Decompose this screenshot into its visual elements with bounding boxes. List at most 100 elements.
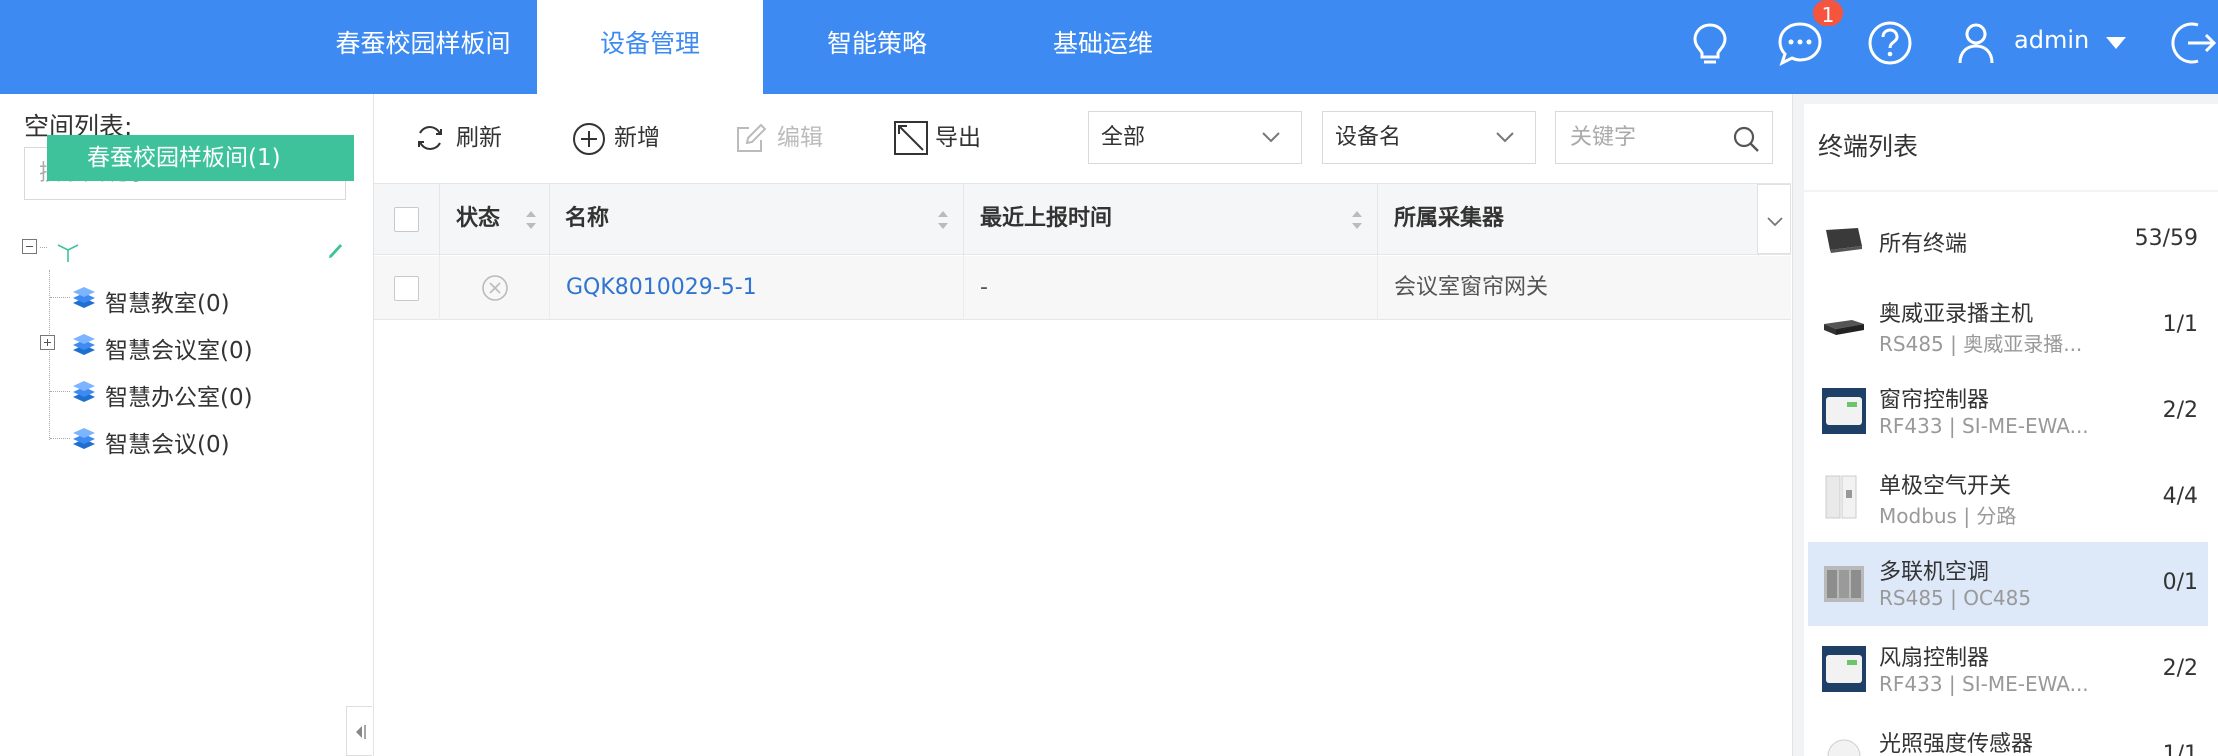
terminal-item-recorder[interactable]: 奥威亚录播主机 RS485 | 奥威亚录播... 1/1 [1808, 284, 2208, 368]
export-icon [894, 121, 928, 155]
terminal-list-title: 终端列表 [1804, 104, 2218, 190]
lightbulb-icon[interactable] [1684, 17, 1736, 69]
edit-label: 编辑 [777, 125, 823, 151]
column-header-status[interactable]: 状态 [440, 184, 550, 256]
edit-icon[interactable] [320, 240, 344, 264]
logout-icon[interactable] [2168, 17, 2218, 69]
column-last-report-label: 最近上报时间 [980, 206, 1113, 231]
terminal-name: 光照强度传感器 [1879, 732, 2034, 756]
terminal-name: 多联机空调 [1879, 560, 1990, 585]
air-switch-icon [1825, 475, 1857, 519]
search-icon[interactable] [1732, 125, 1760, 153]
layers-icon [73, 428, 95, 449]
tree-node-classroom[interactable]: 智慧教室(0) [105, 284, 230, 318]
terminal-sub: RF433 | SI-ME-EWA... [1879, 672, 2089, 696]
column-menu-button[interactable] [1757, 184, 1791, 254]
field-select-value: 设备名 [1335, 125, 1402, 150]
select-all-cell [374, 184, 440, 256]
sort-icon[interactable] [937, 209, 949, 231]
tree-root-campus[interactable]: 春蚕校园样板间(1) [47, 135, 354, 181]
chevron-down-icon[interactable] [2106, 37, 2126, 49]
layers-icon [73, 334, 95, 355]
terminal-count: 53/59 [2134, 226, 2198, 251]
terminal-count: 0/1 [2162, 570, 2198, 595]
tree-connector [50, 438, 70, 439]
terminal-name: 窗帘控制器 [1879, 388, 1990, 413]
notification-badge: 1 [1811, 0, 1845, 28]
terminal-item-breaker[interactable]: 单极空气开关 Modbus | 分路 4/4 [1808, 456, 2208, 540]
terminal-sub: RS485 | 奥威亚录播... [1879, 332, 2083, 356]
light-sensor-icon [1827, 739, 1861, 756]
username[interactable]: admin [2014, 26, 2089, 54]
device-table-header: 状态 名称 最近上报时间 所属采集器 [374, 183, 1791, 256]
nav-tab-campus[interactable]: 春蚕校园样板间 [310, 0, 536, 94]
terminal-name: 奥威亚录播主机 [1879, 302, 2034, 327]
table-row[interactable]: GQK8010029-5-1 - 会议室窗帘网关 [374, 256, 1791, 320]
tree-connector [40, 247, 47, 248]
terminal-count: 4/4 [2162, 484, 2198, 509]
row-checkbox[interactable] [394, 276, 419, 301]
terminal-item-light-sensor[interactable]: 光照强度传感器 1/1 [1808, 714, 2208, 756]
column-header-collector[interactable]: 所属采集器 [1378, 184, 1759, 256]
field-select[interactable]: 设备名 [1322, 111, 1536, 164]
tree-connector [50, 391, 70, 392]
offline-status-icon [482, 275, 508, 301]
tree-connector [50, 297, 70, 298]
status-filter-value: 全部 [1101, 125, 1146, 150]
terminal-sub: Modbus | 分路 [1879, 504, 2017, 528]
nav-tab-device-management[interactable]: 设备管理 [537, 0, 763, 94]
collector-cell: 会议室窗帘网关 [1394, 275, 1549, 300]
row-select-cell [374, 256, 440, 320]
terminal-sub: RS485 | OC485 [1879, 586, 2032, 610]
column-header-name[interactable]: 名称 [550, 184, 964, 256]
terminal-count: 1/1 [2162, 312, 2198, 337]
terminal-sub: RF433 | SI-ME-EWA... [1879, 414, 2089, 438]
terminal-item-vrf-ac[interactable]: 多联机空调 RS485 | OC485 0/1 [1808, 542, 2208, 626]
collapse-panel-button[interactable] [346, 706, 372, 756]
layers-icon [73, 287, 95, 308]
terminal-count: 2/2 [2162, 656, 2198, 681]
sort-icon[interactable] [1351, 209, 1363, 231]
edit-icon [737, 123, 767, 152]
status-filter-select[interactable]: 全部 [1088, 111, 1302, 164]
refresh-icon [418, 126, 442, 150]
chevron-down-icon [1262, 132, 1280, 143]
collapse-toggle-icon[interactable] [22, 239, 37, 254]
chevron-down-icon [1767, 217, 1783, 227]
nav-tab-basic-ops[interactable]: 基础运维 [990, 0, 1216, 94]
refresh-label: 刷新 [456, 125, 502, 151]
terminal-name: 所有终端 [1879, 232, 1968, 257]
row-status-cell [440, 256, 550, 320]
terminal-name: 风扇控制器 [1879, 646, 1990, 671]
curtain-controller-icon [1822, 388, 1866, 434]
help-icon[interactable] [1864, 17, 1916, 69]
device-name-link[interactable]: GQK8010029-5-1 [550, 256, 964, 320]
expand-toggle-icon[interactable] [40, 335, 55, 350]
vrf-ac-icon [1824, 566, 1864, 602]
add-label: 新增 [614, 125, 660, 151]
user-avatar-icon[interactable] [1950, 17, 2002, 69]
keyword-placeholder: 关键字 [1570, 125, 1637, 150]
collapse-left-icon [356, 725, 366, 739]
terminal-item-fan[interactable]: 风扇控制器 RF433 | SI-ME-EWA... 2/2 [1808, 628, 2208, 712]
keyword-search-input[interactable]: 关键字 [1555, 111, 1773, 164]
fan-controller-icon [1822, 646, 1866, 692]
terminal-name: 单极空气开关 [1879, 474, 2012, 499]
terminal-count: 2/2 [2162, 398, 2198, 423]
add-icon [573, 123, 605, 155]
nav-tab-smart-strategy[interactable]: 智能策略 [764, 0, 990, 94]
layers-icon [73, 381, 95, 402]
top-nav-bar: 春蚕校园样板间 设备管理 智能策略 基础运维 1 admin [0, 0, 2218, 94]
last-report-cell: - [964, 256, 1378, 320]
tree-node-office[interactable]: 智慧办公室(0) [105, 378, 253, 412]
export-label: 导出 [935, 125, 981, 151]
column-header-last-report[interactable]: 最近上报时间 [964, 184, 1378, 256]
terminal-count: 1/1 [2162, 742, 2198, 756]
tree-node-meeting-room[interactable]: 智慧会议室(0) [105, 331, 253, 365]
select-all-checkbox[interactable] [394, 207, 419, 232]
chevron-down-icon [1496, 132, 1514, 143]
tree-node-meeting[interactable]: 智慧会议(0) [105, 425, 230, 459]
terminal-item-all[interactable]: 所有终端 53/59 [1808, 198, 2208, 282]
terminal-item-curtain[interactable]: 窗帘控制器 RF433 | SI-ME-EWA... 2/2 [1808, 370, 2208, 454]
sort-icon[interactable] [525, 209, 537, 231]
